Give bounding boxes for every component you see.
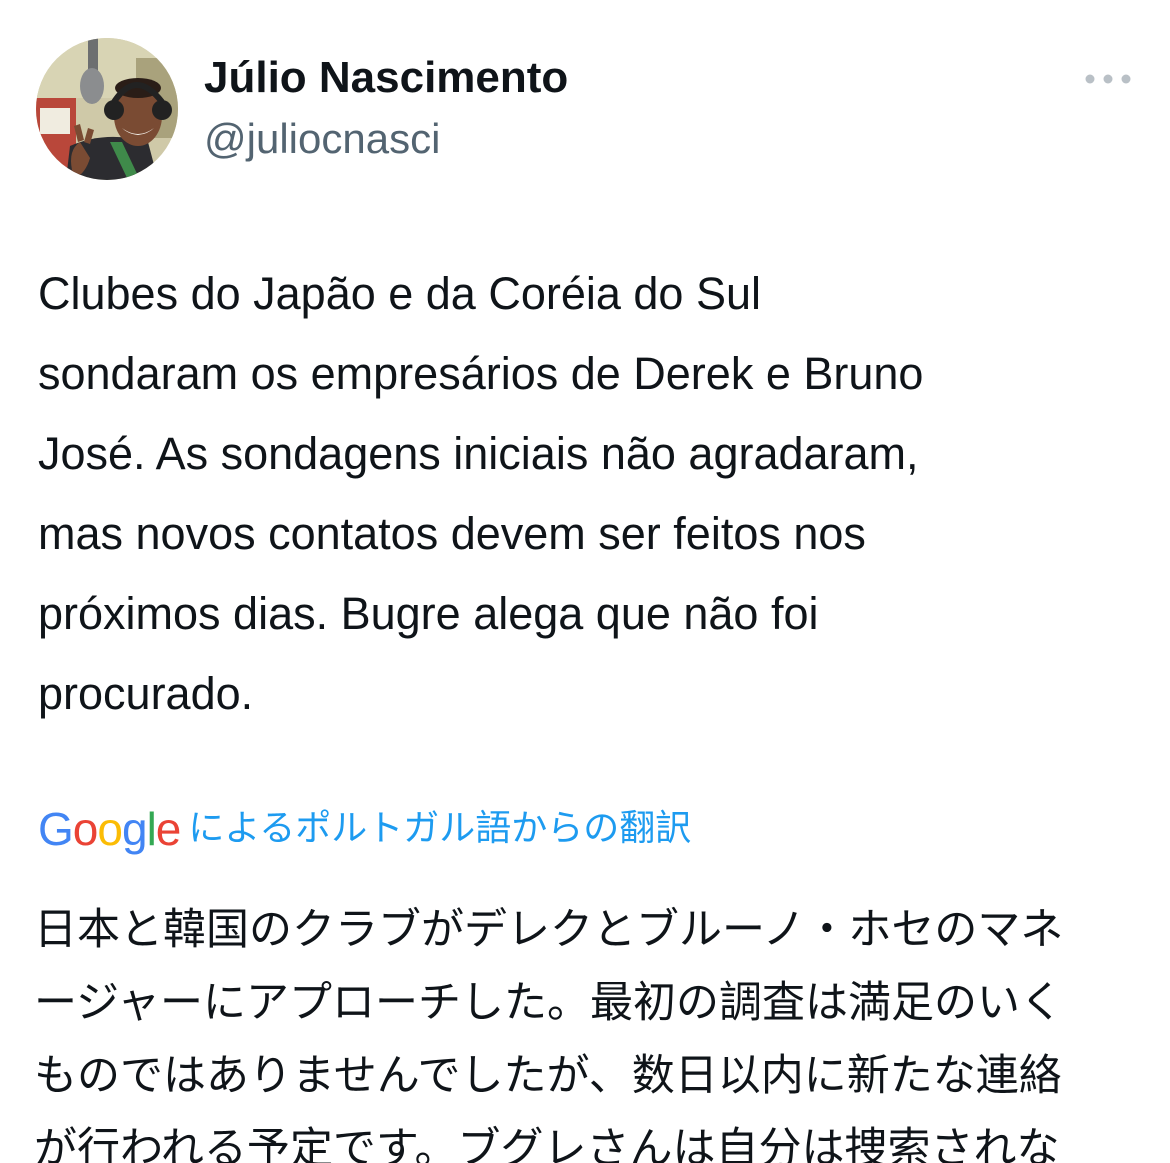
translated-text: 日本と韓国のクラブがデレクとブルーノ・ホセのマネ ージャーにアプローチした。最初…: [34, 905, 1064, 1163]
google-logo-letter: e: [155, 803, 182, 855]
google-logo: Google: [38, 799, 182, 859]
tweet-text: Clubes do Japão e da Coréia do Sul sonda…: [38, 268, 924, 719]
google-logo-letter: o: [72, 803, 99, 855]
more-options-button[interactable]: [1080, 62, 1136, 96]
display-name[interactable]: Júlio Nascimento: [204, 50, 568, 106]
google-logo-letter: g: [121, 803, 148, 855]
avatar[interactable]: [36, 38, 178, 180]
tweet: Júlio Nascimento @juliocnasci Clubes do …: [0, 0, 1170, 1163]
google-logo-letter: G: [38, 803, 74, 855]
more-horizontal-icon: [1085, 74, 1131, 84]
google-logo-letter: o: [97, 803, 123, 855]
google-logo-letter: l: [146, 803, 157, 855]
translation-attribution: Google によるポルトガル語からの翻訳: [38, 796, 691, 862]
translation-label-link[interactable]: によるポルトガル語からの翻訳: [188, 799, 691, 859]
user-handle[interactable]: @juliocnasci: [204, 112, 440, 166]
avatar-photo: [36, 38, 178, 180]
